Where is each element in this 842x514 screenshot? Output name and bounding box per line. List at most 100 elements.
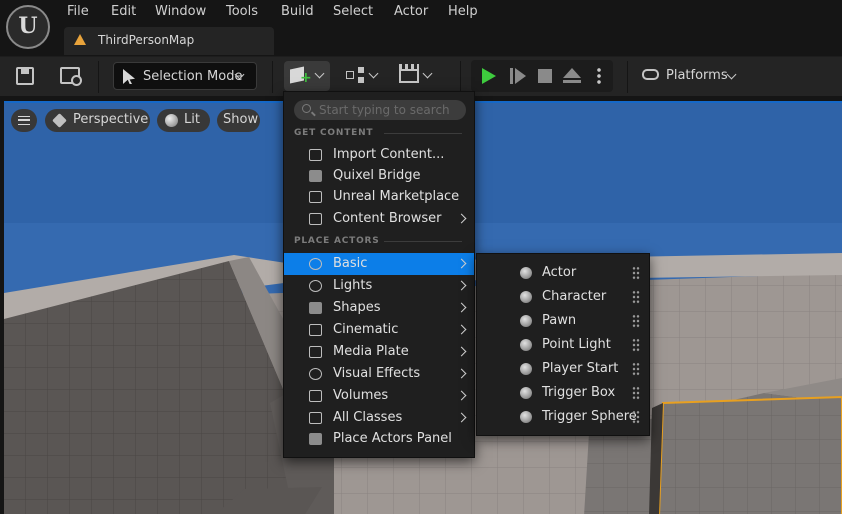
chevron-right-icon (456, 346, 467, 357)
submenu-item-character[interactable]: Character (477, 286, 649, 308)
section-divider (384, 133, 462, 134)
submenu-item-trigger-box[interactable]: Trigger Box (477, 382, 649, 404)
menu-item-label: Media Plate (333, 344, 409, 359)
quick-add-button[interactable]: + (284, 61, 330, 91)
hamburger-icon (18, 116, 30, 125)
section-header-place-actors: PLACE ACTORS (294, 236, 380, 246)
all-classes-icon (309, 412, 322, 424)
more-options-icon[interactable] (597, 67, 601, 85)
submenu-item-label: Trigger Box (542, 385, 616, 400)
stop-icon[interactable] (538, 69, 552, 83)
menu-item-import-content[interactable]: Import Content... (284, 144, 474, 166)
menu-item-label: Basic (333, 256, 368, 271)
menu-help[interactable]: Help (448, 4, 478, 20)
show-button[interactable]: Show (217, 109, 260, 132)
menu-item-content-browser[interactable]: Content Browser (284, 208, 474, 230)
menu-actor[interactable]: Actor (394, 4, 428, 20)
submenu-item-point-light[interactable]: Point Light (477, 334, 649, 356)
menu-item-volumes[interactable]: Volumes (284, 385, 474, 407)
level-icon (74, 34, 86, 45)
show-label: Show (223, 112, 259, 127)
drag-handle-icon[interactable] (632, 266, 640, 280)
character-icon (520, 291, 532, 303)
chevron-right-icon (456, 302, 467, 313)
search-input[interactable] (319, 102, 459, 118)
menu-item-label: All Classes (333, 410, 403, 425)
perspective-button[interactable]: Perspective (45, 109, 150, 132)
menu-item-quixel-bridge[interactable]: Quixel Bridge (284, 165, 474, 187)
chevron-down-icon (368, 68, 379, 79)
toolbar-divider (98, 61, 99, 93)
menu-item-basic[interactable]: Basic (284, 253, 474, 275)
cube-icon (52, 113, 67, 128)
menu-item-unreal-marketplace[interactable]: Unreal Marketplace (284, 186, 474, 208)
menu-item-all-classes[interactable]: All Classes (284, 407, 474, 429)
toolbar-divider (460, 61, 461, 93)
menu-select[interactable]: Select (333, 4, 373, 20)
blueprint-node (358, 67, 364, 73)
content-browser-icon (309, 213, 322, 225)
submenu-item-actor[interactable]: Actor (477, 262, 649, 284)
drag-handle-icon[interactable] (632, 410, 640, 424)
menu-item-place-actors-panel[interactable]: Place Actors Panel (284, 428, 474, 450)
submenu-item-pawn[interactable]: Pawn (477, 310, 649, 332)
add-plus-icon: + (300, 70, 312, 86)
menu-item-visual-effects[interactable]: Visual Effects (284, 363, 474, 385)
tab-level[interactable]: ThirdPersonMap (64, 27, 274, 55)
drag-handle-icon[interactable] (632, 290, 640, 304)
drag-handle-icon[interactable] (632, 362, 640, 376)
submenu-item-label: Pawn (542, 313, 577, 328)
menu-item-shapes[interactable]: Shapes (284, 297, 474, 319)
selection-mode-label: Selection Mode (143, 69, 243, 84)
play-icon[interactable] (482, 68, 496, 84)
chevron-right-icon (456, 412, 467, 423)
save-icon[interactable] (16, 67, 34, 85)
lit-sphere-icon (165, 114, 178, 127)
menu-item-lights[interactable]: Lights (284, 275, 474, 297)
chevron-right-icon (456, 324, 467, 335)
blueprint-node (358, 77, 364, 83)
chevron-right-icon (456, 213, 467, 224)
bridge-icon (309, 170, 322, 182)
trigger-box-icon (520, 387, 532, 399)
toolbar-divider (627, 61, 628, 93)
menu-build[interactable]: Build (281, 4, 314, 20)
menu-edit[interactable]: Edit (111, 4, 136, 20)
place-actors-icon (309, 433, 322, 445)
submenu-item-label: Actor (542, 265, 577, 280)
play-controls (471, 60, 613, 92)
chevron-right-icon (456, 280, 467, 291)
submenu-item-label: Point Light (542, 337, 611, 352)
submenu-item-trigger-sphere[interactable]: Trigger Sphere (477, 406, 649, 428)
menu-item-label: Visual Effects (333, 366, 421, 381)
unreal-logo-icon[interactable]: U (6, 5, 50, 49)
quick-add-menu: GET CONTENT Import Content... Quixel Bri… (283, 91, 475, 458)
menu-item-media-plate[interactable]: Media Plate (284, 341, 474, 363)
main-toolbar: Selection Mode + Platforms (0, 56, 842, 96)
menu-file[interactable]: File (67, 4, 89, 20)
menu-item-label: Cinematic (333, 322, 399, 337)
submenu-item-player-start[interactable]: Player Start (477, 358, 649, 380)
cursor-icon (123, 69, 135, 84)
skip-frame-icon[interactable] (510, 68, 526, 84)
chevron-right-icon (456, 390, 467, 401)
volume-icon (309, 390, 322, 402)
menu-tools[interactable]: Tools (226, 4, 258, 20)
chevron-down-icon (314, 68, 325, 79)
menu-item-cinematic[interactable]: Cinematic (284, 319, 474, 341)
menu-window[interactable]: Window (155, 4, 206, 20)
viewport-options-button[interactable] (11, 109, 37, 132)
platforms-dropdown[interactable]: Platforms (642, 64, 742, 88)
drag-handle-icon[interactable] (632, 386, 640, 400)
menu-bar: U File Edit Window Tools Build Select Ac… (0, 0, 842, 56)
eject-icon[interactable] (563, 68, 581, 84)
trigger-sphere-icon (520, 411, 532, 423)
drag-handle-icon[interactable] (632, 338, 640, 352)
view-mode-button[interactable]: Lit (157, 109, 210, 132)
drag-handle-icon[interactable] (632, 314, 640, 328)
browse-icon[interactable] (60, 67, 82, 86)
submenu-item-label: Player Start (542, 361, 619, 376)
selection-mode-dropdown[interactable]: Selection Mode (113, 62, 257, 90)
shapes-icon (309, 302, 322, 314)
chevron-right-icon (456, 368, 467, 379)
